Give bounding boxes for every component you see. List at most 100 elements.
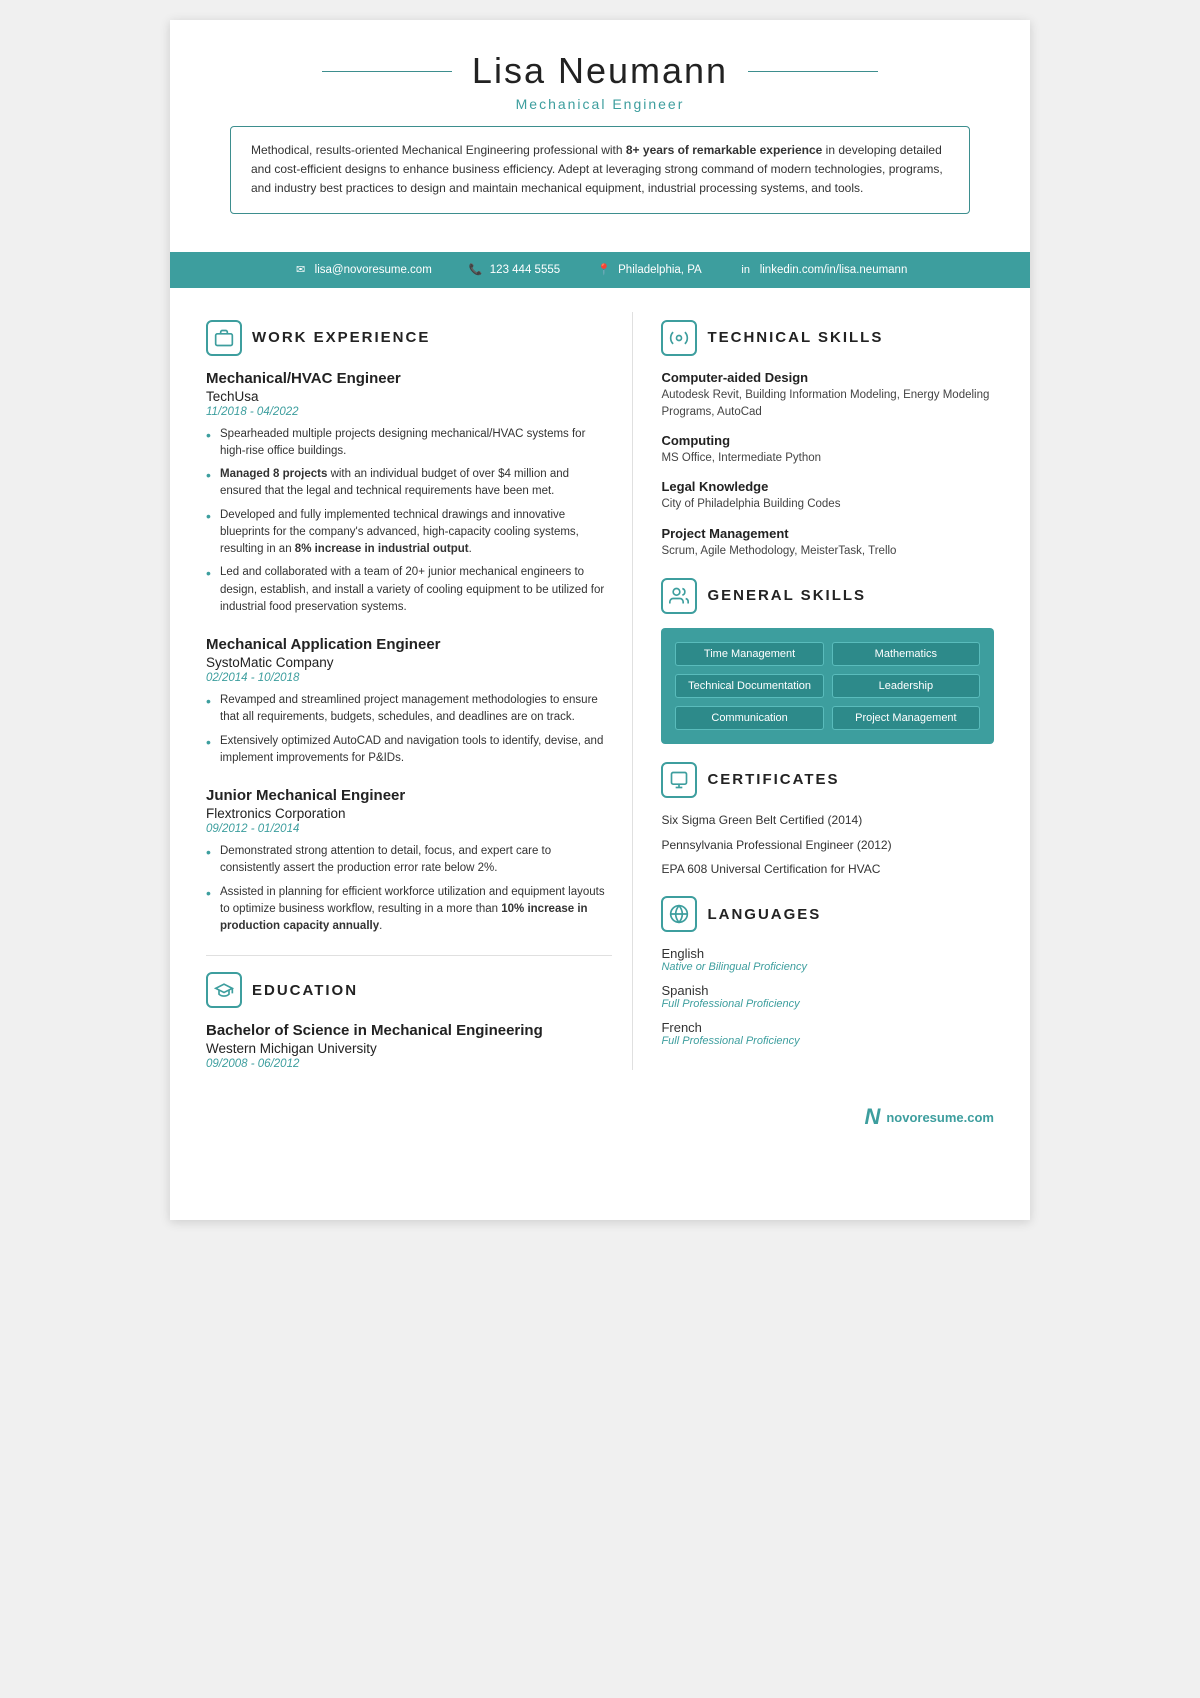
bullet: Spearheaded multiple projects designing … <box>206 426 612 461</box>
cert-3: EPA 608 Universal Certification for HVAC <box>661 861 994 878</box>
candidate-name: Lisa Neumann <box>472 50 728 92</box>
main-body: WORK EXPERIENCE Mechanical/HVAC Engineer… <box>170 288 1030 1095</box>
linkedin-icon: in <box>738 262 754 278</box>
contact-phone: 📞 123 444 5555 <box>468 262 560 278</box>
tag-technical-documentation: Technical Documentation <box>675 674 823 698</box>
phone-text: 123 444 5555 <box>490 264 560 276</box>
skills-tags: Time Management Mathematics Technical Do… <box>661 628 994 744</box>
skill-computing-name: Computing <box>661 433 994 448</box>
education-icon <box>206 972 242 1008</box>
contact-bar: ✉ lisa@novoresume.com 📞 123 444 5555 📍 P… <box>170 252 1030 288</box>
footer: N novoresume.com <box>170 1094 1030 1146</box>
bullet-bold: 8% increase in industrial output <box>295 543 469 555</box>
skill-cad-name: Computer-aided Design <box>661 370 994 385</box>
languages-icon <box>661 896 697 932</box>
section-divider <box>206 955 612 956</box>
cert-2: Pennsylvania Professional Engineer (2012… <box>661 837 994 854</box>
language-english: English Native or Bilingual Proficiency <box>661 946 994 973</box>
right-column: TECHNICAL SKILLS Computer-aided Design A… <box>633 312 1030 1071</box>
email-text: lisa@novoresume.com <box>315 264 432 276</box>
education-title: EDUCATION <box>252 982 358 999</box>
lang-french-level: Full Professional Proficiency <box>661 1035 994 1047</box>
linkedin-text: linkedin.com/in/lisa.neumann <box>760 264 908 276</box>
skill-legal: Legal Knowledge City of Philadelphia Bui… <box>661 479 994 513</box>
location-icon: 📍 <box>596 262 612 278</box>
languages-title: LANGUAGES <box>707 906 821 923</box>
header-line-right <box>748 71 878 72</box>
tag-project-management: Project Management <box>832 706 980 730</box>
resume-container: Lisa Neumann Mechanical Engineer Methodi… <box>170 20 1030 1220</box>
summary-text: Methodical, results-oriented Mechanical … <box>251 143 943 195</box>
language-spanish: Spanish Full Professional Proficiency <box>661 983 994 1010</box>
work-experience-title: WORK EXPERIENCE <box>252 329 430 346</box>
job-1-company: TechUsa <box>206 389 612 404</box>
logo-n: N <box>864 1104 880 1130</box>
technical-skills-header: TECHNICAL SKILLS <box>661 320 994 356</box>
lang-spanish-level: Full Professional Proficiency <box>661 998 994 1010</box>
lang-spanish-name: Spanish <box>661 983 994 998</box>
bullet: Assisted in planning for efficient workf… <box>206 884 612 936</box>
lang-english-level: Native or Bilingual Proficiency <box>661 961 994 973</box>
bullet-bold: Managed 8 projects <box>220 468 327 480</box>
job-2-bullets: Revamped and streamlined project managem… <box>206 692 612 767</box>
tag-leadership: Leadership <box>832 674 980 698</box>
location-text: Philadelphia, PA <box>618 264 702 276</box>
phone-icon: 📞 <box>468 262 484 278</box>
job-1-dates: 11/2018 - 04/2022 <box>206 406 612 418</box>
candidate-title: Mechanical Engineer <box>230 96 970 112</box>
contact-location: 📍 Philadelphia, PA <box>596 262 702 278</box>
email-icon: ✉ <box>293 262 309 278</box>
job-2-company: SystoMatic Company <box>206 655 612 670</box>
job-1: Mechanical/HVAC Engineer TechUsa 11/2018… <box>206 370 612 617</box>
lang-english-name: English <box>661 946 994 961</box>
edu-degree: Bachelor of Science in Mechanical Engine… <box>206 1022 612 1039</box>
tag-time-management: Time Management <box>675 642 823 666</box>
technical-skills-title: TECHNICAL SKILLS <box>707 329 883 346</box>
skill-legal-detail: City of Philadelphia Building Codes <box>661 496 994 513</box>
certificates-icon <box>661 762 697 798</box>
education-header: EDUCATION <box>206 972 612 1008</box>
header-line-left <box>322 71 452 72</box>
edu-dates: 09/2008 - 06/2012 <box>206 1058 612 1070</box>
general-skills-title: GENERAL SKILLS <box>707 587 866 604</box>
bullet: Managed 8 projects with an individual bu… <box>206 466 612 501</box>
bullet-bold: 10% increase in production capacity annu… <box>220 903 588 932</box>
summary-bold: 8+ years of remarkable experience <box>626 143 822 157</box>
job-3-company: Flextronics Corporation <box>206 806 612 821</box>
job-2-title: Mechanical Application Engineer <box>206 636 612 653</box>
job-3-bullets: Demonstrated strong attention to detail,… <box>206 843 612 935</box>
edu-school: Western Michigan University <box>206 1041 612 1056</box>
cert-1: Six Sigma Green Belt Certified (2014) <box>661 812 994 829</box>
name-row: Lisa Neumann <box>230 50 970 92</box>
skill-cad: Computer-aided Design Autodesk Revit, Bu… <box>661 370 994 422</box>
logo-text: novoresume.com <box>886 1110 994 1125</box>
left-column: WORK EXPERIENCE Mechanical/HVAC Engineer… <box>170 312 633 1071</box>
tag-communication: Communication <box>675 706 823 730</box>
certificates-title: CERTIFICATES <box>707 771 839 788</box>
lang-french-name: French <box>661 1020 994 1035</box>
skill-pm-detail: Scrum, Agile Methodology, MeisterTask, T… <box>661 543 994 560</box>
job-3: Junior Mechanical Engineer Flextronics C… <box>206 787 612 935</box>
bullet: Led and collaborated with a team of 20+ … <box>206 564 612 616</box>
technical-skills-icon <box>661 320 697 356</box>
contact-email: ✉ lisa@novoresume.com <box>293 262 432 278</box>
job-2: Mechanical Application Engineer SystoMat… <box>206 636 612 767</box>
job-2-dates: 02/2014 - 10/2018 <box>206 672 612 684</box>
job-1-title: Mechanical/HVAC Engineer <box>206 370 612 387</box>
skill-computing-detail: MS Office, Intermediate Python <box>661 450 994 467</box>
general-skills-header: GENERAL SKILLS <box>661 578 994 614</box>
bullet: Revamped and streamlined project managem… <box>206 692 612 727</box>
header-section: Lisa Neumann Mechanical Engineer Methodi… <box>170 20 1030 234</box>
certificates-header: CERTIFICATES <box>661 762 994 798</box>
contact-linkedin: in linkedin.com/in/lisa.neumann <box>738 262 908 278</box>
work-experience-header: WORK EXPERIENCE <box>206 320 612 356</box>
work-experience-icon <box>206 320 242 356</box>
languages-header: LANGUAGES <box>661 896 994 932</box>
language-french: French Full Professional Proficiency <box>661 1020 994 1047</box>
job-1-bullets: Spearheaded multiple projects designing … <box>206 426 612 617</box>
summary-box: Methodical, results-oriented Mechanical … <box>230 126 970 214</box>
bullet: Developed and fully implemented technica… <box>206 507 612 559</box>
job-3-dates: 09/2012 - 01/2014 <box>206 823 612 835</box>
skill-legal-name: Legal Knowledge <box>661 479 994 494</box>
job-3-title: Junior Mechanical Engineer <box>206 787 612 804</box>
